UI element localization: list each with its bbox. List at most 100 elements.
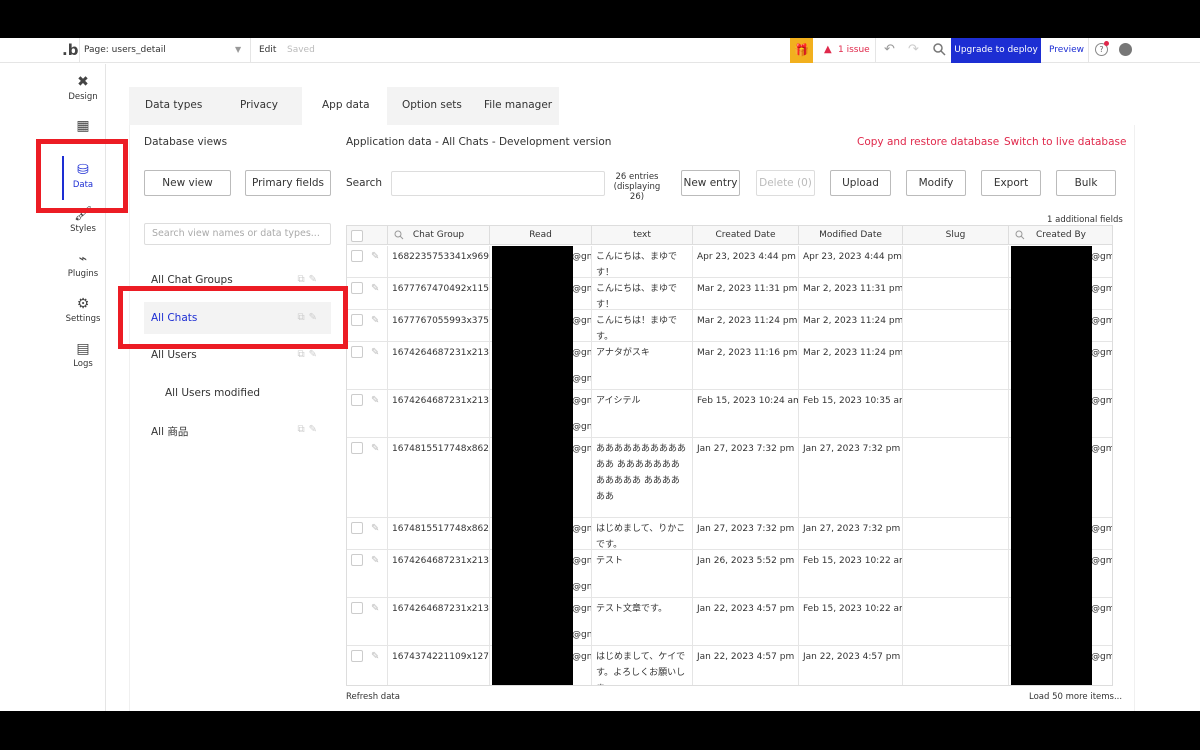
undo-icon[interactable]: ↶ (884, 42, 895, 57)
view-item[interactable]: All 商品 ⧉✎ (144, 414, 331, 446)
row-checkbox[interactable] (351, 282, 363, 294)
upgrade-button[interactable]: Upgrade to deploy (951, 38, 1041, 63)
column-header[interactable]: Created By (1009, 226, 1112, 245)
nav-logs[interactable]: ▤ Logs (60, 335, 106, 379)
table-row[interactable]: ✎ 1674815517748x86259 @gn ああああああああああああ ああああ… (347, 438, 1112, 518)
cell-chat-group[interactable]: 1674264687231x21345 (388, 342, 490, 390)
column-header[interactable]: text (592, 226, 693, 245)
cell-text[interactable]: アナタがスキ (592, 342, 693, 390)
upload-button[interactable]: Upload (830, 170, 891, 196)
row-checkbox[interactable] (351, 314, 363, 326)
cell-text[interactable]: こんにちは、まゆです！ (592, 278, 693, 310)
edit-pencil-icon[interactable]: ✎ (371, 441, 379, 457)
primary-fields-button[interactable]: Primary fields (245, 170, 331, 196)
new-view-button[interactable]: New view (144, 170, 231, 196)
cell-modified-date[interactable]: Apr 23, 2023 4:44 pm (799, 246, 903, 278)
cell-modified-date[interactable]: Mar 2, 2023 11:24 pm (799, 310, 903, 342)
table-row[interactable]: ✎ 1674264687231x21345 @gn @gn テスト文章です。 Jan 22… (347, 598, 1112, 646)
view-item[interactable]: All Users modified (158, 377, 331, 409)
cell-slug[interactable] (903, 646, 1009, 685)
edit-menu[interactable]: Edit (259, 45, 276, 55)
table-row[interactable]: ✎ 1674264687231x21345 @gn @gn アナタがスキ Mar 2, 2… (347, 342, 1112, 390)
cell-modified-date[interactable]: Jan 22, 2023 4:57 pm (799, 646, 903, 685)
issue-count[interactable]: 1 issue (838, 45, 870, 55)
cell-created-date[interactable]: Mar 2, 2023 11:16 pm (693, 342, 799, 390)
cell-text[interactable]: はじめまして、りかこです。 (592, 518, 693, 550)
cell-modified-date[interactable]: Mar 2, 2023 11:24 pm (799, 342, 903, 390)
cell-created-date[interactable]: Jan 26, 2023 5:52 pm (693, 550, 799, 598)
modify-button[interactable]: Modify (906, 170, 966, 196)
edit-pencil-icon[interactable]: ✎ (371, 281, 379, 297)
search-icon[interactable] (394, 230, 404, 240)
preview-button[interactable]: Preview (1049, 45, 1084, 55)
copy-edit-icons[interactable]: ⧉✎ (297, 424, 321, 435)
table-row[interactable]: ✎ 1682235753341x96905 @gn こんにちは、まゆです！ Apr 23… (347, 246, 1112, 278)
cell-modified-date[interactable]: Feb 15, 2023 10:22 am (799, 598, 903, 646)
table-row[interactable]: ✎ 1677767470492x11588 @gn こんにちは、まゆです！ Mar 2,… (347, 278, 1112, 310)
edit-pencil-icon[interactable]: ✎ (371, 393, 379, 409)
redo-icon[interactable]: ↷ (908, 42, 919, 57)
cell-modified-date[interactable]: Jan 27, 2023 7:32 pm (799, 518, 903, 550)
page-selector[interactable]: Page: users_detail (84, 45, 166, 55)
nav-design[interactable]: ✖ Design (60, 68, 106, 112)
cell-chat-group[interactable]: 1674815517748x86259 (388, 438, 490, 518)
select-all-checkbox[interactable] (351, 230, 363, 242)
cell-chat-group[interactable]: 1677767055993x37553 (388, 310, 490, 342)
cell-text[interactable]: ああああああああああああ ああああああああああああ ああああああ (592, 438, 693, 518)
cell-slug[interactable] (903, 246, 1009, 278)
cell-text[interactable]: こんにちは、まゆです！ (592, 246, 693, 278)
edit-pencil-icon[interactable]: ✎ (371, 601, 379, 617)
cell-created-date[interactable]: Feb 15, 2023 10:24 am (693, 390, 799, 438)
cell-slug[interactable] (903, 518, 1009, 550)
view-search-input[interactable]: Search view names or data types... (144, 223, 331, 245)
bubble-logo-icon[interactable]: .b (62, 41, 78, 59)
row-checkbox[interactable] (351, 442, 363, 454)
tab-privacy[interactable]: Privacy (240, 99, 278, 111)
cell-chat-group[interactable]: 1674264687231x21345 (388, 598, 490, 646)
cell-modified-date[interactable]: Mar 2, 2023 11:31 pm (799, 278, 903, 310)
cell-text[interactable]: はじめまして、ケイです。よろしくお願いしま (592, 646, 693, 685)
column-header[interactable]: Slug (903, 226, 1009, 245)
column-header[interactable]: Modified Date (799, 226, 903, 245)
cell-modified-date[interactable]: Feb 15, 2023 10:22 am (799, 550, 903, 598)
gift-icon[interactable]: 🎁 (790, 38, 813, 63)
cell-slug[interactable] (903, 390, 1009, 438)
user-avatar-icon[interactable] (1119, 43, 1132, 56)
table-row[interactable]: ✎ 1677767055993x37553 @gn こんにちは！まゆです。 Mar 2,… (347, 310, 1112, 342)
cell-modified-date[interactable]: Jan 27, 2023 7:32 pm (799, 438, 903, 518)
cell-chat-group[interactable]: 1674815517748x86259 (388, 518, 490, 550)
cell-slug[interactable] (903, 438, 1009, 518)
cell-created-date[interactable]: Jan 27, 2023 7:32 pm (693, 518, 799, 550)
row-checkbox[interactable] (351, 346, 363, 358)
cell-created-date[interactable]: Jan 22, 2023 4:57 pm (693, 598, 799, 646)
cell-chat-group[interactable]: 1674264687231x21345 (388, 550, 490, 598)
copy-edit-icons[interactable]: ⧉✎ (297, 349, 321, 360)
cell-text[interactable]: アイシテル (592, 390, 693, 438)
nav-settings[interactable]: ⚙ Settings (60, 290, 106, 334)
new-entry-button[interactable]: New entry (681, 170, 740, 196)
cell-chat-group[interactable]: 1677767470492x11588 (388, 278, 490, 310)
cell-slug[interactable] (903, 278, 1009, 310)
column-header[interactable]: Chat Group (388, 226, 490, 245)
row-checkbox[interactable] (351, 602, 363, 614)
cell-slug[interactable] (903, 598, 1009, 646)
cell-chat-group[interactable]: 1674374221109x12788 (388, 646, 490, 685)
bulk-button[interactable]: Bulk (1056, 170, 1116, 196)
row-checkbox[interactable] (351, 554, 363, 566)
cell-created-date[interactable]: Jan 22, 2023 4:57 pm (693, 646, 799, 685)
cell-text[interactable]: テスト (592, 550, 693, 598)
table-row[interactable]: ✎ 1674264687231x21345 @gn @gn テスト Jan 26, 202… (347, 550, 1112, 598)
cell-created-date[interactable]: Mar 2, 2023 11:24 pm (693, 310, 799, 342)
row-checkbox[interactable] (351, 522, 363, 534)
row-checkbox[interactable] (351, 650, 363, 662)
table-row[interactable]: ✎ 1674815517748x86259 @gn はじめまして、りかこです。 Jan … (347, 518, 1112, 550)
tab-file-manager[interactable]: File manager (484, 99, 552, 111)
edit-pencil-icon[interactable]: ✎ (371, 521, 379, 537)
cell-modified-date[interactable]: Feb 15, 2023 10:35 am (799, 390, 903, 438)
row-checkbox[interactable] (351, 250, 363, 262)
switch-live-link[interactable]: Switch to live database (1004, 136, 1126, 148)
row-checkbox[interactable] (351, 394, 363, 406)
search-icon[interactable] (1015, 230, 1025, 240)
cell-slug[interactable] (903, 310, 1009, 342)
copy-database-link[interactable]: Copy and restore database (857, 136, 999, 148)
